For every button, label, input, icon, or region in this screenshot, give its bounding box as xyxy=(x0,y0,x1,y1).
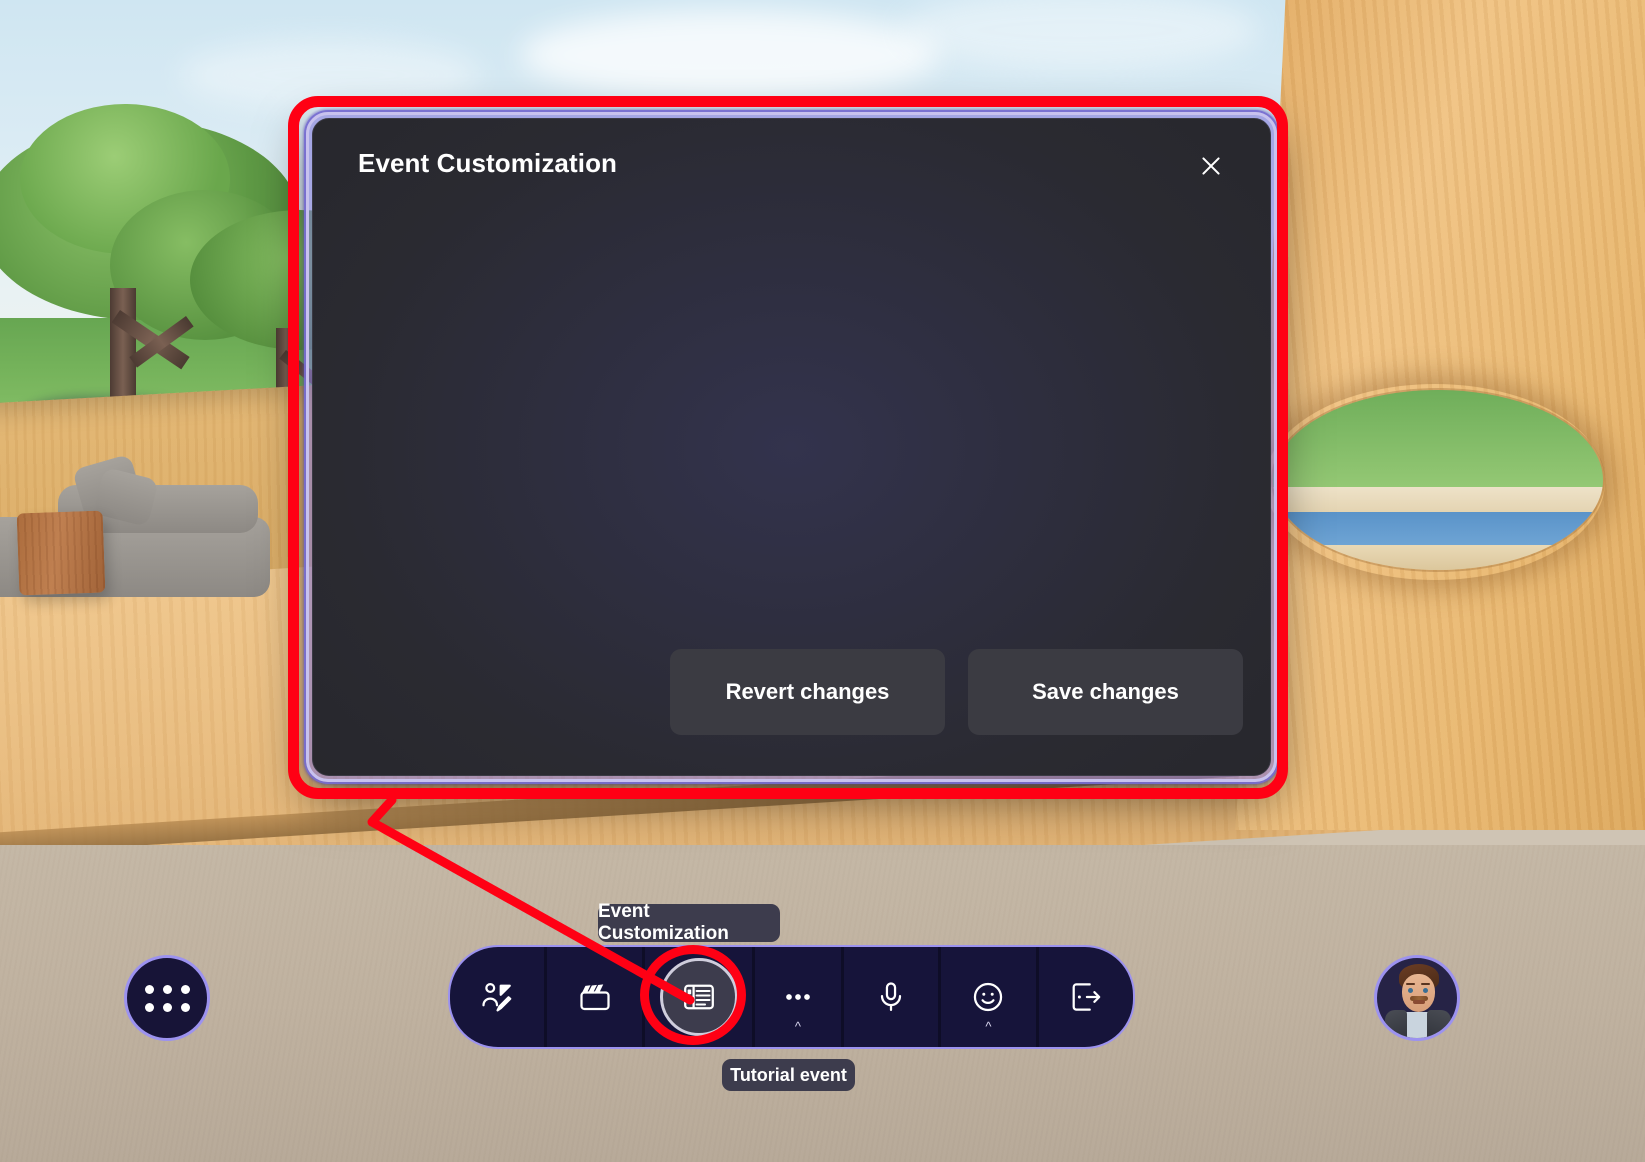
cloud xyxy=(180,40,480,110)
clapper-button[interactable] xyxy=(547,947,641,1047)
avatar-jacket xyxy=(1385,1010,1407,1038)
event-customization-active-ring xyxy=(659,958,738,1036)
avatar-eye xyxy=(1408,988,1413,993)
leave-call-icon xyxy=(1072,983,1101,1011)
cloud xyxy=(520,10,940,100)
avatar-eye xyxy=(1423,988,1428,993)
event-customization-button[interactable] xyxy=(645,947,752,1047)
save-changes-button[interactable]: Save changes xyxy=(968,649,1243,735)
user-avatar[interactable] xyxy=(1374,955,1460,1041)
chevron-up-icon: ^ xyxy=(794,1019,802,1034)
chevron-up-icon: ^ xyxy=(985,1019,992,1034)
dialog-footer: Revert changes Save changes xyxy=(313,649,1270,741)
leave-button[interactable] xyxy=(1039,947,1133,1047)
reactions-button[interactable] xyxy=(450,947,544,1047)
smiley-icon xyxy=(974,982,1003,1012)
arch-window xyxy=(1273,390,1603,570)
event-customization-tooltip: Event Customization xyxy=(598,901,780,944)
meeting-toolbar: ^ ^ xyxy=(448,945,1135,1049)
close-icon[interactable] xyxy=(1190,145,1232,187)
apps-grid-button[interactable] xyxy=(124,955,210,1041)
dialog-header: Event Customization xyxy=(313,119,1270,207)
event-customization-dialog: Event Customization Revert changes Save … xyxy=(303,109,1280,785)
reactions-icon xyxy=(482,982,512,1012)
tutorial-event-label: Tutorial event xyxy=(722,1059,855,1091)
avatar-jacket xyxy=(1427,1010,1451,1038)
avatar-face xyxy=(1402,974,1435,1012)
avatar-brow xyxy=(1406,983,1415,985)
microphone-button[interactable] xyxy=(844,947,938,1047)
revert-changes-button[interactable]: Revert changes xyxy=(670,649,945,735)
grid-dots-icon xyxy=(144,984,190,1012)
dialog-title: Event Customization xyxy=(358,148,618,178)
screen: Event Customization Revert changes Save … xyxy=(0,0,1645,1162)
avatar-brow xyxy=(1421,983,1430,985)
emoji-button[interactable]: ^ xyxy=(941,947,1035,1047)
more-horizontal-icon xyxy=(786,994,810,1000)
dialog-surface: Event Customization Revert changes Save … xyxy=(312,118,1271,776)
microphone-icon xyxy=(880,982,902,1012)
side-table xyxy=(16,510,106,596)
clapper-board-icon xyxy=(580,984,610,1011)
more-options-button[interactable]: ^ xyxy=(755,947,841,1047)
avatar-mouth xyxy=(1413,1000,1425,1004)
dialog-body xyxy=(313,207,1270,662)
event-customization-icon xyxy=(683,984,714,1010)
